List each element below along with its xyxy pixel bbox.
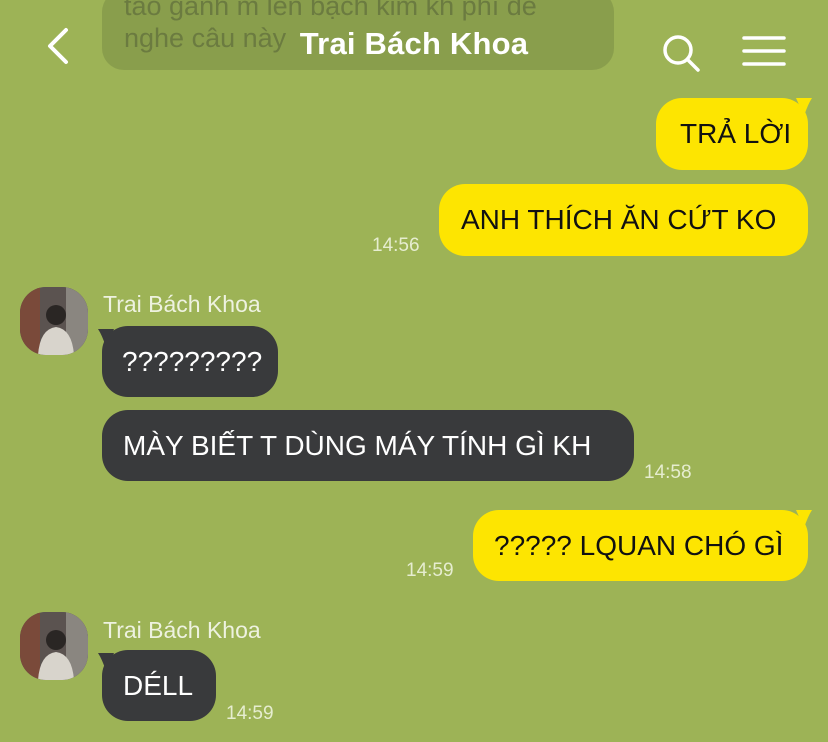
message-text: ????? LQUAN CHÓ GÌ (494, 529, 784, 561)
message-time: 14:56 (372, 235, 420, 256)
avatar[interactable] (20, 287, 88, 355)
incoming-message[interactable]: ????????? (102, 326, 278, 397)
avatar-photo (20, 287, 88, 355)
chat-title: Trai Bách Khoa (299, 26, 529, 61)
message-text: ANH THÍCH ĂN CỨT KO (461, 204, 777, 235)
chat-header: Trai Bách Khoa (0, 0, 828, 92)
incoming-message[interactable]: DÉLL (102, 650, 216, 721)
chat-screen: tao gánh m lên bạch kim kh phí để nghe c… (0, 0, 828, 742)
avatar[interactable] (20, 612, 88, 680)
message-text: DÉLL (123, 669, 194, 701)
outgoing-message[interactable]: TRẢ LỜI (656, 98, 808, 170)
menu-button[interactable] (742, 34, 786, 68)
sender-name: Trai Bách Khoa (103, 617, 261, 643)
message-text: MÀY BIẾT T DÙNG MÁY TÍNH GÌ KH (123, 429, 592, 461)
message-time: 14:58 (644, 462, 692, 483)
search-button[interactable] (660, 32, 702, 74)
hamburger-menu-icon (742, 36, 786, 66)
outgoing-message[interactable]: ????? LQUAN CHÓ GÌ (473, 510, 808, 581)
incoming-message[interactable]: MÀY BIẾT T DÙNG MÁY TÍNH GÌ KH (102, 410, 634, 481)
outgoing-message[interactable]: ANH THÍCH ĂN CỨT KO (439, 184, 808, 256)
message-text: ????????? (122, 345, 263, 377)
bubble-tail (796, 98, 812, 116)
message-time: 14:59 (406, 560, 454, 581)
search-icon (663, 35, 700, 72)
avatar-photo (20, 612, 88, 680)
sender-name: Trai Bách Khoa (103, 291, 261, 317)
message-text: TRẢ LỜI (680, 118, 792, 149)
bubble-tail (796, 510, 812, 528)
message-time: 14:59 (226, 703, 274, 724)
